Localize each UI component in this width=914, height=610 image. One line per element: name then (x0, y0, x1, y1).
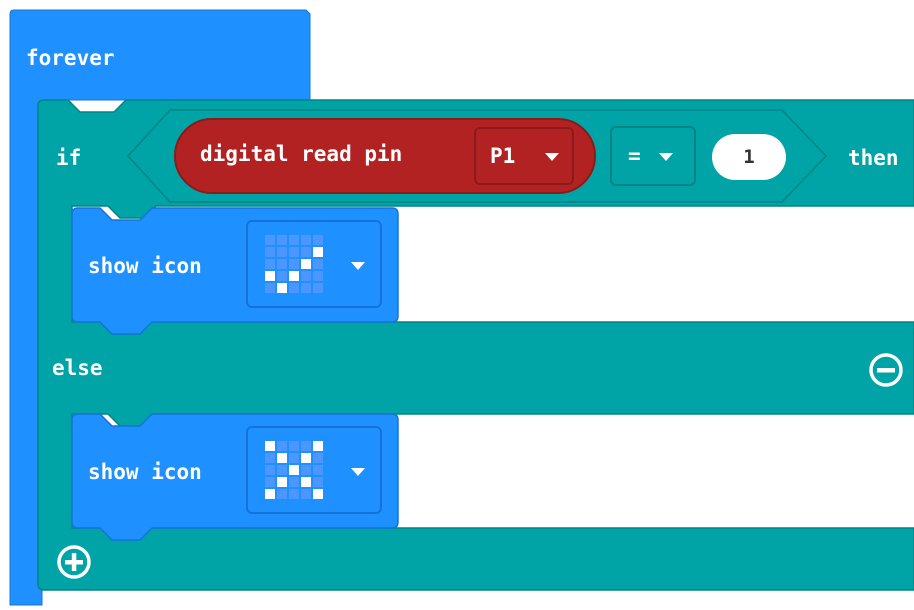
led-cell (289, 477, 299, 487)
led-cell (265, 489, 275, 499)
led-cell (301, 441, 311, 451)
led-cell (313, 453, 323, 463)
led-cell (313, 477, 323, 487)
led-cell (265, 441, 275, 451)
led-cell (301, 465, 311, 475)
led-cell (289, 465, 299, 475)
chevron-down-icon (351, 468, 365, 476)
led-cell (289, 441, 299, 451)
led-cell (301, 453, 311, 463)
led-cell (313, 465, 323, 475)
led-cell (265, 477, 275, 487)
show-icon-label: show icon (88, 460, 202, 484)
no-x-icon (265, 441, 323, 499)
led-cell (265, 465, 275, 475)
led-cell (277, 453, 287, 463)
led-cell (301, 477, 311, 487)
show-icon-else-shape (71, 413, 399, 541)
icon-dropdown-else[interactable] (246, 426, 382, 514)
led-cell (277, 477, 287, 487)
led-cell (265, 453, 275, 463)
led-cell (277, 489, 287, 499)
led-cell (289, 453, 299, 463)
led-cell (289, 489, 299, 499)
led-cell (301, 489, 311, 499)
led-cell (277, 465, 287, 475)
led-cell (313, 489, 323, 499)
led-cell (277, 441, 287, 451)
led-cell (313, 441, 323, 451)
